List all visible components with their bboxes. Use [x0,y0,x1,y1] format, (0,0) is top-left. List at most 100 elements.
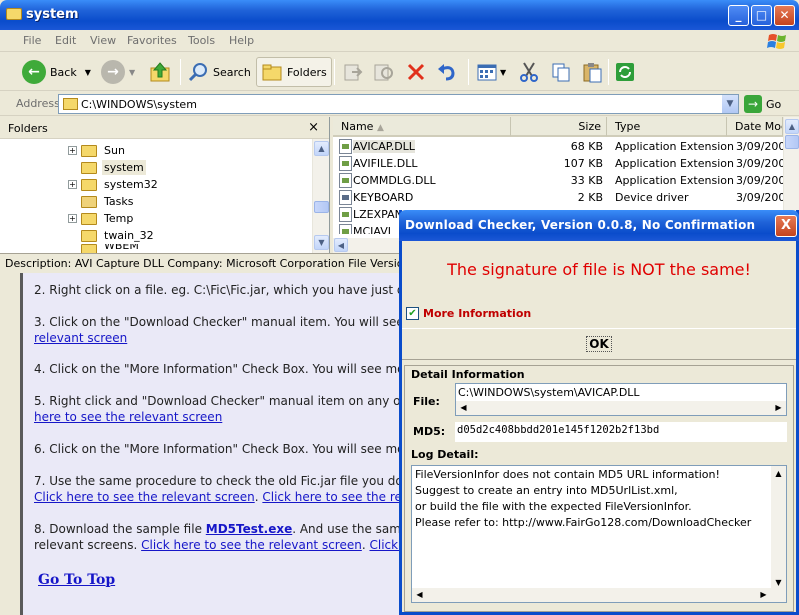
ok-label: OK [586,336,612,352]
log-hscrollbar[interactable]: ◀ ▶ [412,588,786,602]
delete-button[interactable] [405,57,427,87]
md5test-download-link[interactable]: MD5Test.exe [206,522,292,536]
cut-button[interactable] [518,57,540,87]
tree-item-system32[interactable]: + system32 [68,176,160,193]
more-information-checkbox[interactable]: ✔ More Information [406,307,531,320]
dialog-titlebar[interactable]: Download Checker, Version 0.0.8, No Conf… [399,210,799,241]
paste-button[interactable] [581,57,603,87]
tree-item-system[interactable]: system [81,159,146,176]
column-header-type[interactable]: Type [607,117,727,137]
menu-view[interactable]: View [90,34,116,47]
file-type: Application Extension [615,157,734,170]
copy-button[interactable] [550,57,572,87]
forward-button[interactable]: → ▼ [101,57,135,87]
undo-button[interactable] [436,57,458,87]
scroll-right-icon[interactable]: ▶ [772,401,785,414]
file-row[interactable]: COMMDLG.DLL 33 KB Application Extension … [333,172,792,189]
file-path-field[interactable]: C:\WINDOWS\system\AVICAP.DLL ◀ ▶ [455,383,787,416]
step-8-suffix: . And use the same p [292,522,404,536]
menu-help[interactable]: Help [229,34,254,47]
log-vscrollbar[interactable]: ▲ ▼ [771,466,786,590]
address-input[interactable]: C:\WINDOWS\system ▼ [58,94,739,114]
tree-item-wbem[interactable]: WBEM [81,244,141,253]
forward-dropdown-icon[interactable]: ▼ [129,68,135,77]
refresh-button[interactable] [614,57,636,87]
tree-item-twain32[interactable]: twain_32 [81,227,156,244]
scroll-thumb[interactable] [314,201,329,213]
scroll-up-icon[interactable]: ▲ [785,119,799,134]
file-name: KEYBOARD [353,191,414,204]
go-to-top-link[interactable]: Go To Top [38,572,115,588]
tree-item-temp[interactable]: + Temp [68,210,135,227]
file-path-hscrollbar[interactable]: ◀ ▶ [456,401,786,415]
go-arrow-icon: → [744,95,762,113]
file-row[interactable]: AVIFILE.DLL 107 KB Application Extension… [333,155,792,172]
move-to-button[interactable] [342,57,364,87]
close-pane-icon[interactable]: × [308,120,319,135]
menu-favorites[interactable]: Favorites [127,34,177,47]
back-button[interactable]: ← Back ▼ [22,57,91,87]
explorer-titlebar[interactable]: system _ □ ✕ [0,0,799,30]
folders-button[interactable]: Folders [256,57,332,87]
checkbox-checked-icon[interactable]: ✔ [406,307,419,320]
copy-to-icon [374,64,393,81]
download-checker-dialog: Download Checker, Version 0.0.8, No Conf… [399,210,799,615]
dialog-close-button[interactable]: X [775,215,797,237]
up-button[interactable] [148,57,172,87]
step-7-links: Click here to see the relevant screen. C… [34,489,404,505]
minimize-button[interactable]: _ [728,5,749,26]
scroll-up-icon[interactable]: ▲ [314,141,329,156]
file-type: Application Extension [615,140,734,153]
md5-value: d05d2c408bbdd201e145f1202b2f13bd [455,422,787,442]
menu-file[interactable]: File [23,34,41,47]
views-button[interactable]: ▼ [476,57,506,87]
scroll-thumb[interactable] [785,135,799,149]
move-to-icon [344,64,363,81]
file-label: File: [413,395,440,408]
expand-icon[interactable]: + [68,214,77,223]
file-size: 107 KB [563,157,603,170]
step-8-continuation: relevant screens. [34,538,142,552]
scroll-left-icon[interactable]: ◀ [334,238,348,252]
back-dropdown-icon[interactable]: ▼ [85,68,91,77]
scroll-left-icon[interactable]: ◀ [413,588,426,601]
relevant-screen-link[interactable]: Click here to see the relevant screen [141,538,362,552]
scroll-up-icon[interactable]: ▲ [772,467,785,480]
relevant-screen-link[interactable]: relevant screen [34,331,127,345]
folder-icon [63,98,78,110]
log-detail-label: Log Detail: [411,448,479,461]
expand-icon[interactable]: + [68,180,77,189]
tree-item-sun[interactable]: + Sun [68,142,127,159]
relevant-screen-link[interactable]: Click here to see the relevant screen [34,490,255,504]
expand-icon[interactable]: + [68,146,77,155]
close-button[interactable]: ✕ [774,5,795,26]
column-header-date[interactable]: Date Mod [727,117,783,137]
go-button[interactable]: → Go [744,95,781,113]
menu-edit[interactable]: Edit [55,34,76,47]
file-row[interactable]: KEYBOARD 2 KB Device driver 3/09/2002 [333,189,792,206]
copy-to-button[interactable] [372,57,394,87]
maximize-button[interactable]: □ [751,5,772,26]
tree-item-tasks[interactable]: Tasks [81,193,135,210]
menu-tools[interactable]: Tools [188,34,215,47]
column-header-name[interactable]: Name ▲ [333,117,511,137]
file-type: Device driver [615,191,689,204]
column-header-size[interactable]: Size [511,117,607,137]
scroll-left-icon[interactable]: ◀ [457,401,470,414]
folders-scrollbar[interactable]: ▲ ▼ [312,139,329,253]
more-information-label: More Information [423,307,532,320]
step-2-text: 2. Right click on a file. eg. C:\Fic\Fic… [34,283,404,297]
folder-icon [81,178,97,191]
ok-button[interactable]: OK [402,329,796,359]
views-dropdown-icon[interactable]: ▼ [500,68,506,77]
relevant-screen-link[interactable]: Click here to see the re [262,490,402,504]
file-row[interactable]: AVICAP.DLL 68 KB Application Extension 3… [333,138,792,155]
detail-legend: Detail Information [411,368,525,381]
address-dropdown-icon[interactable]: ▼ [721,95,738,113]
scroll-down-icon[interactable]: ▼ [314,235,329,250]
scroll-right-icon[interactable]: ▶ [757,588,770,601]
relevant-screen-link[interactable]: here to see the relevant screen [34,410,222,424]
log-detail-textarea[interactable]: FileVersionInfor does not contain MD5 UR… [411,465,787,603]
search-button[interactable]: Search [187,57,251,87]
step-5-link-line: here to see the relevant screen [34,409,404,425]
